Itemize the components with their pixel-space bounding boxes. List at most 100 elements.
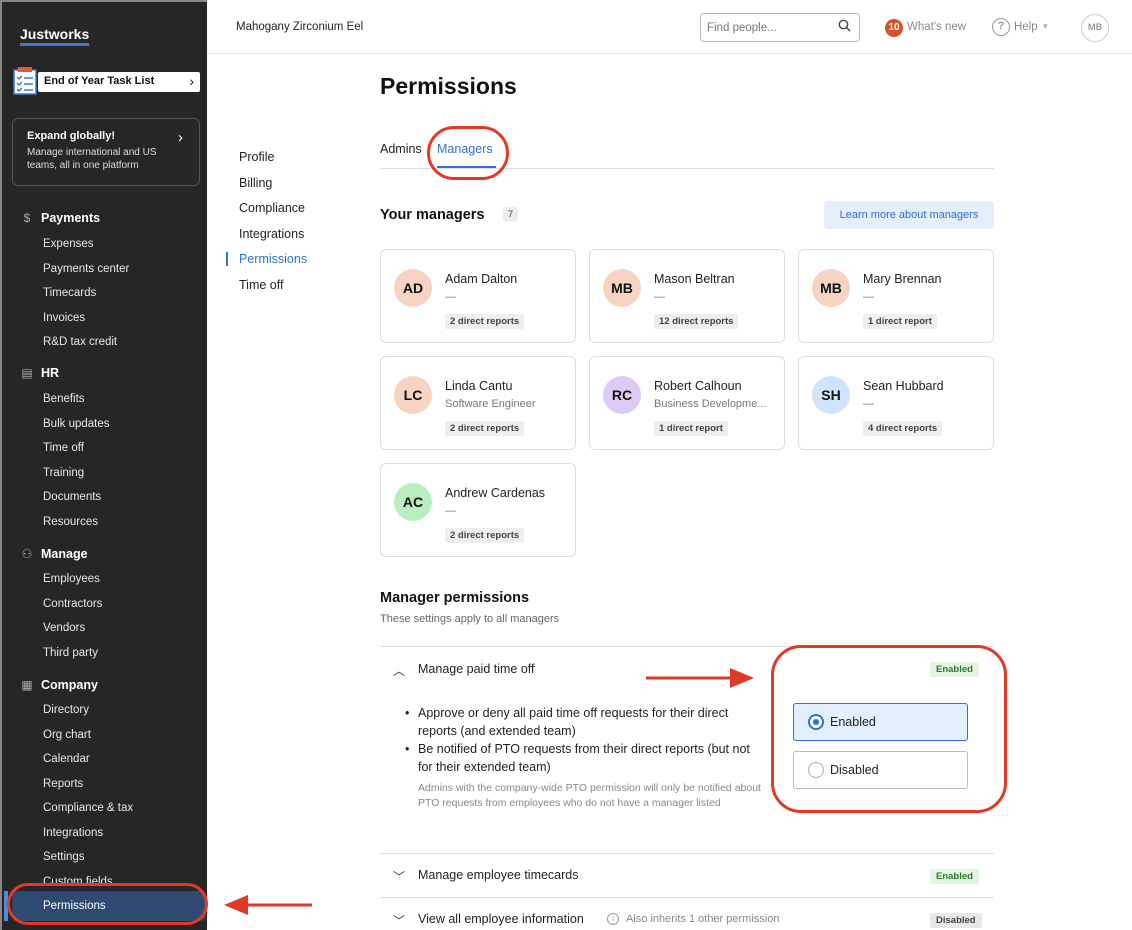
direct-reports-badge: 1 direct report <box>654 421 728 436</box>
eoy-task-list-button[interactable]: End of Year Task List › <box>38 72 200 92</box>
subnav-active-indicator <box>226 252 228 266</box>
eoy-task-list-label: End of Year Task List <box>44 75 155 87</box>
help-icon[interactable]: ? <box>992 18 1010 36</box>
tab-admins[interactable]: Admins <box>380 142 422 156</box>
sidebar-item-resources[interactable]: Resources <box>43 516 98 528</box>
info-icon[interactable]: i <box>607 913 619 925</box>
whats-new-link[interactable]: What's new <box>907 21 966 33</box>
manager-name: Mary Brennan <box>863 272 942 286</box>
accordion-view-employee-info[interactable]: View all employee information <box>418 912 584 926</box>
sidebar-item-benefits[interactable]: Benefits <box>43 393 85 405</box>
manager-permissions-heading: Manager permissions <box>380 590 530 606</box>
manager-name: Adam Dalton <box>445 272 518 286</box>
justworks-logo[interactable]: Justworks <box>20 26 90 46</box>
subnav-billing[interactable]: Billing <box>239 176 272 190</box>
search-input[interactable] <box>700 13 860 42</box>
list-item: Be notified of PTO requests from their d… <box>405 740 755 776</box>
subnav-compliance[interactable]: Compliance <box>239 201 305 215</box>
chevron-down-icon[interactable]: ▾ <box>1043 21 1048 32</box>
sidebar-item-directory[interactable]: Directory <box>43 704 89 716</box>
sidebar-section-label: Company <box>41 678 98 692</box>
chevron-up-icon[interactable]: ︿ <box>393 662 405 679</box>
chevron-down-icon[interactable]: ﹀ <box>393 868 405 885</box>
sidebar-item-compliance-tax[interactable]: Compliance & tax <box>43 802 133 814</box>
sidebar-item-contractors[interactable]: Contractors <box>43 598 102 610</box>
accordion-manage-pto[interactable]: Manage paid time off <box>418 662 535 676</box>
manager-name: Andrew Cardenas <box>445 486 546 500</box>
notification-count-badge[interactable]: 10 <box>885 19 903 37</box>
sidebar-item-invoices[interactable]: Invoices <box>43 312 85 324</box>
manager-card[interactable]: SH Sean Hubbard — 4 direct reports <box>798 356 994 450</box>
sidebar-item-org-chart[interactable]: Org chart <box>43 729 91 741</box>
sidebar-section-label: HR <box>41 366 60 380</box>
sidebar: Justworks End of Year Task List › Expand… <box>0 0 207 930</box>
manager-name: Robert Calhoun <box>654 379 742 393</box>
header-divider <box>207 53 1132 54</box>
direct-reports-badge: 4 direct reports <box>863 421 943 436</box>
sidebar-item-training[interactable]: Training <box>43 467 84 479</box>
sidebar-item-settings[interactable]: Settings <box>43 851 85 863</box>
sidebar-item-documents[interactable]: Documents <box>43 491 101 503</box>
manager-card[interactable]: AC Andrew Cardenas — 2 direct reports <box>380 463 576 557</box>
manager-card[interactable]: RC Robert Calhoun Business Developme... … <box>589 356 785 450</box>
manager-card[interactable]: MB Mason Beltran — 12 direct reports <box>589 249 785 343</box>
company-name[interactable]: Mahogany Zirconium Eel <box>236 21 363 33</box>
manager-title: Software Engineer <box>445 398 536 410</box>
direct-reports-badge: 1 direct report <box>863 314 937 329</box>
manager-card[interactable]: MB Mary Brennan — 1 direct report <box>798 249 994 343</box>
subnav-profile[interactable]: Profile <box>239 150 274 164</box>
manager-name: Sean Hubbard <box>863 379 944 393</box>
sidebar-item-rd-tax-credit[interactable]: R&D tax credit <box>43 336 117 348</box>
manager-title: — <box>445 505 456 517</box>
sidebar-item-payments-center[interactable]: Payments center <box>43 263 129 275</box>
avatar: SH <box>812 376 850 414</box>
building-icon: ▦ <box>21 678 33 692</box>
sidebar-section-company: ▦ Company <box>20 678 98 692</box>
subnav-permissions[interactable]: Permissions <box>239 252 307 266</box>
list-item: Approve or deny all paid time off reques… <box>405 704 755 740</box>
manager-permissions-subtitle: These settings apply to all managers <box>380 613 560 625</box>
search-icon[interactable] <box>838 19 851 32</box>
chevron-down-icon[interactable]: ﹀ <box>393 912 405 929</box>
sidebar-item-integrations[interactable]: Integrations <box>43 827 103 839</box>
avatar: AD <box>394 269 432 307</box>
pto-permission-list: Approve or deny all paid time off reques… <box>405 704 755 776</box>
sidebar-item-expenses[interactable]: Expenses <box>43 238 94 250</box>
help-menu[interactable]: Help <box>1014 21 1038 33</box>
manager-title: — <box>654 291 665 303</box>
chevron-right-icon: › <box>189 73 194 89</box>
status-badge: Enabled <box>930 869 979 884</box>
divider <box>380 897 994 898</box>
sidebar-item-third-party[interactable]: Third party <box>43 647 98 659</box>
sidebar-section-payments: $ Payments <box>20 211 100 225</box>
inherit-note: Also inherits 1 other permission <box>626 913 780 925</box>
sidebar-item-calendar[interactable]: Calendar <box>43 753 90 765</box>
annotation-circle-permissions <box>7 883 208 925</box>
sidebar-item-vendors[interactable]: Vendors <box>43 622 85 634</box>
user-avatar[interactable]: MB <box>1081 14 1109 42</box>
sidebar-item-timecards[interactable]: Timecards <box>43 287 96 299</box>
manager-card[interactable]: AD Adam Dalton — 2 direct reports <box>380 249 576 343</box>
manager-title: — <box>863 398 874 410</box>
subnav-integrations[interactable]: Integrations <box>239 227 304 241</box>
avatar: AC <box>394 483 432 521</box>
avatar: MB <box>812 269 850 307</box>
avatar: LC <box>394 376 432 414</box>
sidebar-item-time-off[interactable]: Time off <box>43 442 84 454</box>
subnav-time-off[interactable]: Time off <box>239 278 283 292</box>
annotation-circle-radio <box>771 645 1007 813</box>
accordion-manage-timecards[interactable]: Manage employee timecards <box>418 868 579 882</box>
sidebar-item-reports[interactable]: Reports <box>43 778 83 790</box>
clipboard-icon: ▤ <box>21 366 33 380</box>
sidebar-section-label: Payments <box>41 211 101 225</box>
page-title: Permissions <box>380 73 517 99</box>
manager-card[interactable]: LC Linda Cantu Software Engineer 2 direc… <box>380 356 576 450</box>
pto-admin-note: Admins with the company-wide PTO permiss… <box>418 782 761 809</box>
expand-globally-promo[interactable]: Expand globally! Manage international an… <box>12 118 200 186</box>
manager-name: Linda Cantu <box>445 379 513 393</box>
your-managers-heading: Your managers <box>380 207 485 223</box>
sidebar-section-manage: ⚇ Manage <box>20 547 88 561</box>
sidebar-item-employees[interactable]: Employees <box>43 573 100 585</box>
sidebar-item-bulk-updates[interactable]: Bulk updates <box>43 418 110 430</box>
learn-more-managers-button[interactable]: Learn more about managers <box>824 201 994 229</box>
